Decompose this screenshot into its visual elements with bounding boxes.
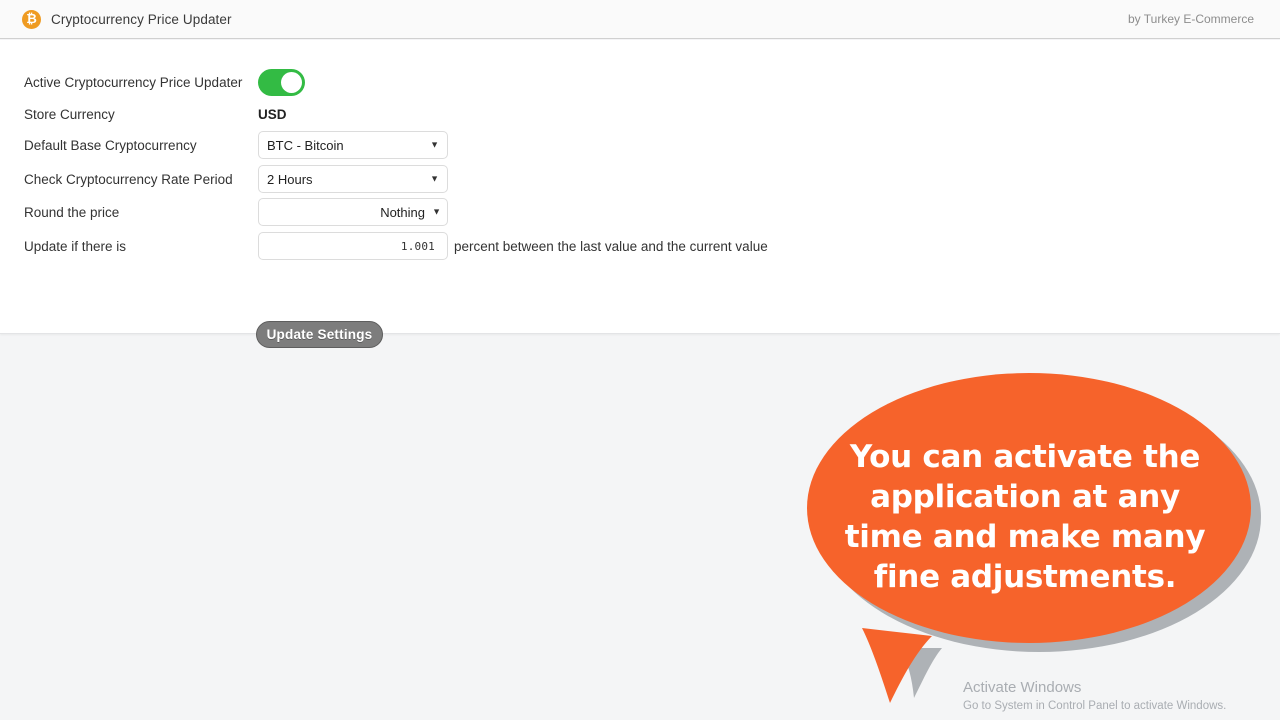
round-price-select[interactable] xyxy=(258,198,448,226)
app-header: ₿ Cryptocurrency Price Updater by Turkey… xyxy=(0,0,1280,39)
form-row-base-cryptocurrency: Default Base Cryptocurrency ▼ xyxy=(24,130,448,160)
label-base-cryptocurrency: Default Base Cryptocurrency xyxy=(24,137,197,153)
label-rate-period: Check Cryptocurrency Rate Period xyxy=(24,171,233,187)
field-update-threshold: percent between the last value and the c… xyxy=(258,232,768,260)
byline: by Turkey E-Commerce xyxy=(1127,12,1254,26)
page-title: Cryptocurrency Price Updater xyxy=(51,12,232,27)
form-row-store-currency: Store Currency USD xyxy=(24,99,287,129)
field-active-updater xyxy=(258,68,305,96)
field-round-price: ▼ xyxy=(258,198,448,226)
bitcoin-icon: ₿ xyxy=(22,10,41,29)
form-row-rate-period: Check Cryptocurrency Rate Period ▼ xyxy=(24,164,448,194)
callout-bubble: You can activate the application at any … xyxy=(790,360,1280,720)
windows-activation-watermark: Activate Windows Go to System in Control… xyxy=(963,678,1263,714)
label-update-threshold: Update if there is xyxy=(24,238,127,254)
update-threshold-suffix: percent between the last value and the c… xyxy=(454,238,768,254)
toggle-knob xyxy=(281,71,302,93)
round-price-select-wrap: ▼ xyxy=(258,198,448,226)
watermark-title: Activate Windows xyxy=(963,679,1082,696)
label-active-updater: Active Cryptocurrency Price Updater xyxy=(24,74,243,90)
form-row-round-price: Round the price ▼ xyxy=(24,197,448,227)
label-round-price: Round the price xyxy=(24,204,120,220)
store-currency-value: USD xyxy=(258,106,287,122)
base-cryptocurrency-select[interactable] xyxy=(258,131,448,159)
base-cryptocurrency-select-wrap: ▼ xyxy=(258,131,448,159)
rate-period-select-wrap: ▼ xyxy=(258,165,448,193)
field-rate-period: ▼ xyxy=(258,165,448,193)
label-store-currency: Store Currency xyxy=(24,106,115,122)
watermark-subtitle: Go to System in Control Panel to activat… xyxy=(963,700,1227,712)
active-updater-toggle[interactable] xyxy=(258,68,305,96)
form-row-update-threshold: Update if there is percent between the l… xyxy=(24,231,768,261)
update-settings-button[interactable]: Update Settings xyxy=(256,321,383,348)
field-store-currency: USD xyxy=(258,107,287,122)
form-row-active-updater: Active Cryptocurrency Price Updater xyxy=(24,67,305,97)
field-base-cryptocurrency: ▼ xyxy=(258,131,448,159)
settings-card: Active Cryptocurrency Price Updater Stor… xyxy=(0,40,1280,348)
rate-period-select[interactable] xyxy=(258,165,448,193)
callout-text: You can activate the application at any … xyxy=(844,439,1206,595)
brand: ₿ Cryptocurrency Price Updater xyxy=(22,0,232,39)
update-threshold-input[interactable] xyxy=(258,232,448,260)
